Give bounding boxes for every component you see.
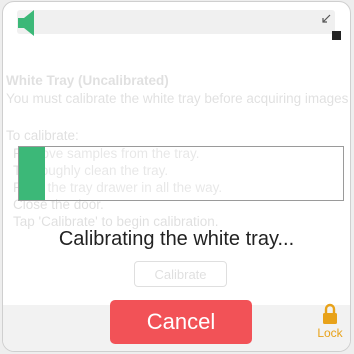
lock-button[interactable]: Lock [312, 303, 348, 345]
lock-label: Lock [317, 326, 343, 340]
tray-title: White Tray (Uncalibrated) [6, 73, 169, 88]
calibration-dialog: White Tray (Uncalibrated) You must calib… [2, 1, 351, 352]
calibrate-button: Calibrate [134, 261, 227, 287]
progress-fill [19, 147, 45, 200]
to-calibrate-label: To calibrate: [6, 128, 79, 143]
lock-icon [323, 303, 337, 324]
tray-message: You must calibrate the white tray before… [6, 91, 349, 106]
progress-bar [18, 146, 344, 201]
cancel-button[interactable]: Cancel [110, 300, 252, 344]
status-text: Calibrating the white tray... [58, 228, 295, 250]
